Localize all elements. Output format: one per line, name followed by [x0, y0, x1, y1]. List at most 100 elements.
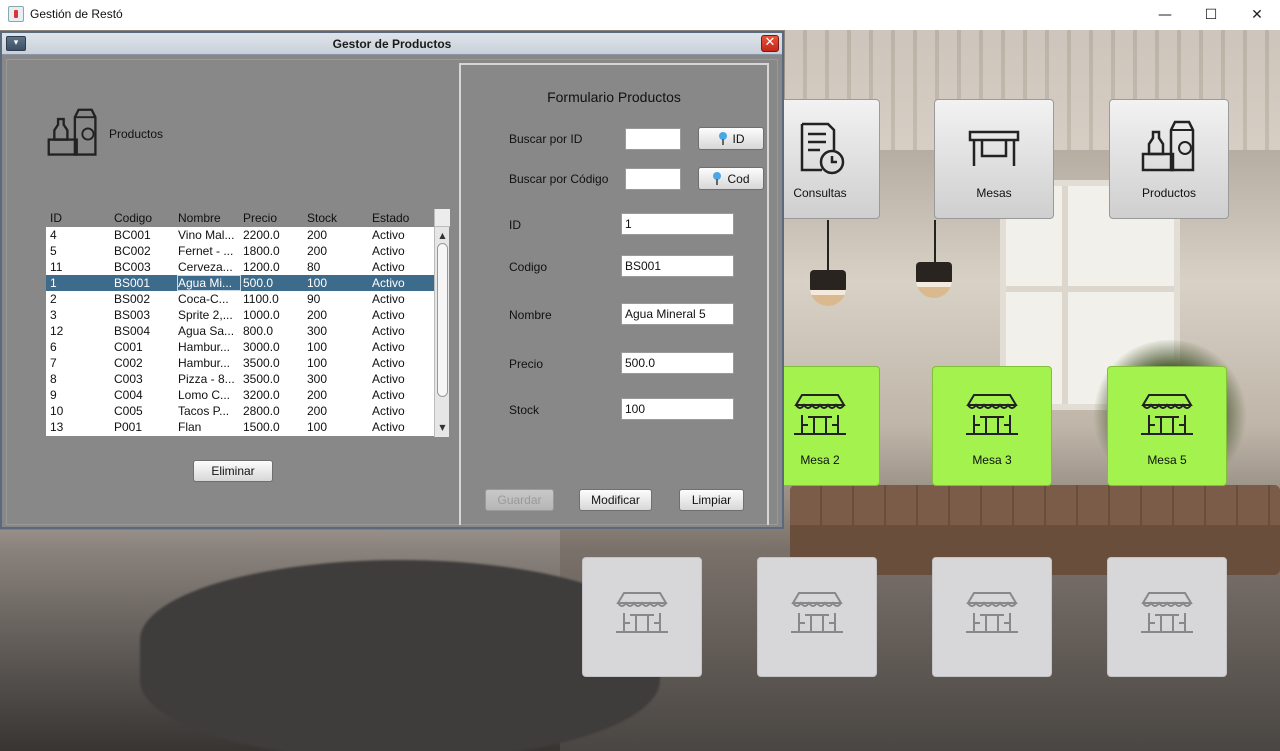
table-row[interactable]: 7 C002 Hambur... 3500.0 100 Activo — [46, 355, 434, 371]
codigo-field[interactable] — [621, 255, 734, 277]
table-cell: 2 — [50, 292, 57, 306]
mesa-tile-label: Mesa 2 — [800, 453, 840, 467]
table-row[interactable]: 5 BC002 Fernet - ... 1800.0 200 Activo — [46, 243, 434, 259]
table-cell: C003 — [114, 372, 143, 386]
modificar-button[interactable]: Modificar — [579, 489, 652, 511]
close-window-button[interactable]: ✕ — [1234, 0, 1280, 30]
scroll-up-arrow-icon[interactable]: ▲ — [435, 229, 450, 243]
table-cell: 8 — [50, 372, 57, 386]
products-header: Productos — [41, 106, 163, 162]
table-cell: 1800.0 — [243, 244, 280, 258]
column-header-stock[interactable]: Stock — [307, 211, 337, 225]
table-cell: 10 — [50, 404, 64, 418]
os-title-bar: Gestión de Restó — ☐ ✕ — [0, 0, 1280, 30]
table-cell: 1 — [50, 276, 57, 290]
mesa-tile[interactable]: Mesa 3 — [932, 366, 1052, 486]
table-cell: Activo — [372, 420, 405, 434]
mesa-tile-label: Mesa 5 — [1147, 453, 1187, 467]
table-cell: 200 — [307, 244, 328, 258]
table-cell: Lomo C... — [178, 388, 231, 402]
minimize-button[interactable]: — — [1142, 0, 1188, 30]
precio-field[interactable] — [621, 352, 734, 374]
table-cell: 300 — [307, 372, 328, 386]
buscar-codigo-input[interactable] — [625, 168, 681, 190]
table-cell: 13 — [50, 420, 64, 434]
column-header-id[interactable]: ID — [50, 211, 62, 225]
guardar-button[interactable]: Guardar — [485, 489, 554, 511]
table-icon — [968, 130, 1020, 166]
buscar-id-input[interactable] — [625, 128, 681, 150]
table-cell: Activo — [372, 276, 405, 290]
column-header-precio[interactable]: Precio — [243, 211, 277, 225]
mesas-tile[interactable]: Mesas — [934, 99, 1054, 219]
table-row[interactable]: 10 C005 Tacos P... 2800.0 200 Activo — [46, 403, 434, 419]
table-cell: 1500.0 — [243, 420, 280, 434]
table-cell: Flan — [178, 420, 202, 434]
table-cell: 5 — [50, 244, 57, 258]
stock-field[interactable] — [621, 398, 734, 420]
internal-frame-title-bar[interactable]: ▾ Gestor de Productos ✕ — [2, 33, 782, 55]
frame-close-button[interactable]: ✕ — [761, 35, 779, 52]
table-row[interactable]: 2 BS002 Coca-C... 1100.0 90 Activo — [46, 291, 434, 307]
table-cell: Activo — [372, 340, 405, 354]
table-scrollbar[interactable]: ▲ ▼ — [434, 209, 450, 437]
table-row[interactable]: 1 BS001 Agua Mi... 500.0 100 Activo — [46, 275, 434, 291]
limpiar-button[interactable]: Limpiar — [679, 489, 744, 511]
scroll-down-arrow-icon[interactable]: ▼ — [435, 421, 450, 435]
cafe-table-icon — [791, 592, 843, 633]
table-cell: 1100.0 — [243, 292, 279, 306]
column-header-codigo[interactable]: Codigo — [114, 211, 152, 225]
table-row[interactable]: 6 C001 Hambur... 3000.0 100 Activo — [46, 339, 434, 355]
mesa-tile-empty[interactable] — [582, 557, 702, 677]
table-row[interactable]: 4 BC001 Vino Mal... 2200.0 200 Activo — [46, 227, 434, 243]
table-row[interactable]: 11 BC003 Cerveza... 1200.0 80 Activo — [46, 259, 434, 275]
scrollbar-corner — [435, 209, 450, 227]
column-header-estado[interactable]: Estado — [372, 211, 409, 225]
cafe-table-icon — [1141, 394, 1193, 435]
table-cell: P001 — [114, 420, 143, 434]
stock-label: Stock — [509, 403, 540, 417]
table-cell: 4 — [50, 228, 57, 242]
table-cell: Hambur... — [178, 356, 231, 370]
pendant-lamp — [810, 270, 846, 306]
table-cell: 1200.0 — [243, 260, 280, 274]
grocery-products-icon — [1141, 120, 1195, 172]
table-cell: Activo — [372, 404, 405, 418]
pin-icon — [712, 171, 722, 186]
table-row[interactable]: 12 BS004 Agua Sa... 800.0 300 Activo — [46, 323, 434, 339]
maximize-button[interactable]: ☐ — [1188, 0, 1234, 30]
table-cell: Pizza - 8... — [178, 372, 235, 386]
grocery-products-icon — [47, 108, 97, 156]
table-cell: Activo — [372, 244, 405, 258]
products-table: ID Codigo Nombre Precio Stock Estado 4 BC… — [46, 209, 450, 437]
table-cell: 3000.0 — [243, 340, 280, 354]
table-cell: Activo — [372, 356, 405, 370]
mesa-tile-empty[interactable] — [932, 557, 1052, 677]
products-label: Productos — [109, 127, 164, 141]
table-row[interactable]: 13 P001 Flan 1500.0 100 Activo — [46, 419, 434, 435]
productos-tile-label: Productos — [1141, 186, 1197, 200]
table-row[interactable]: 3 BS003 Sprite 2,... 1000.0 200 Activo — [46, 307, 434, 323]
mesa-tile[interactable]: Mesa 5 — [1107, 366, 1227, 486]
column-header-nombre[interactable]: Nombre — [178, 211, 221, 225]
mesa-tile-empty[interactable] — [757, 557, 877, 677]
eliminar-button[interactable]: Eliminar — [193, 460, 273, 482]
table-row[interactable]: 8 C003 Pizza - 8... 3500.0 300 Activo — [46, 371, 434, 387]
mesa-tile-empty[interactable] — [1107, 557, 1227, 677]
scrollbar-thumb[interactable] — [437, 243, 448, 397]
table-cell: 200 — [307, 228, 328, 242]
nombre-field[interactable] — [621, 303, 734, 325]
buscar-codigo-button[interactable]: Cod — [698, 167, 764, 190]
buscar-id-button[interactable]: ID — [698, 127, 764, 150]
table-cell: Agua Mi... — [177, 275, 241, 291]
productos-tile[interactable]: Productos — [1109, 99, 1229, 219]
id-field[interactable] — [621, 213, 734, 235]
table-cell: C004 — [114, 388, 143, 402]
table-cell: Activo — [372, 308, 405, 322]
table-cell: Activo — [372, 228, 405, 242]
table-cell: Sprite 2,... — [178, 308, 233, 322]
precio-label: Precio — [509, 357, 544, 371]
table-row[interactable]: 9 C004 Lomo C... 3200.0 200 Activo — [46, 387, 434, 403]
table-cell: 11 — [50, 260, 63, 274]
table-cell: BC001 — [114, 228, 151, 242]
